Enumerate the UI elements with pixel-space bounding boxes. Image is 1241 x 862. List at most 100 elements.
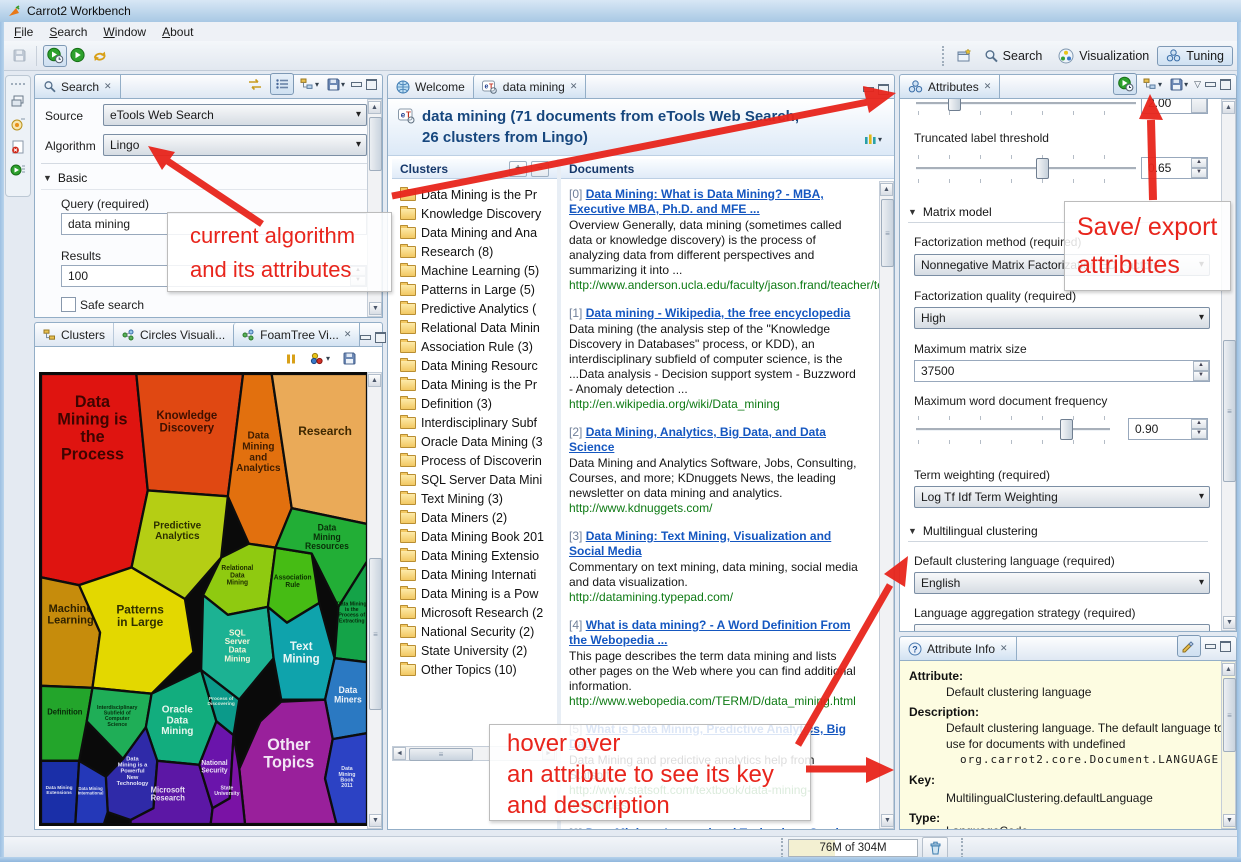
tab-welcome[interactable]: Welcome [388,75,473,98]
scroll-down-icon[interactable]: ▼ [1223,616,1236,629]
term-weighting-select[interactable]: Log Tf Idf Term Weighting [914,486,1210,508]
spin-up-icon[interactable]: ▲ [1191,158,1207,168]
maximize-editor-icon[interactable] [878,84,889,95]
cluster-tree-item[interactable]: State University (2) [392,641,557,660]
documents-scrollbar[interactable]: ▲ ≡ ▼ [879,181,894,829]
perspective-tuning[interactable]: Tuning [1157,46,1233,66]
menu-window[interactable]: Window [95,24,154,40]
flat-list-view-button[interactable] [270,73,294,95]
slider-thumb[interactable] [1036,158,1049,179]
restore-views-icon[interactable] [10,95,26,108]
layout-options-button[interactable]: ▾ [862,129,884,149]
cluster-tree-item[interactable]: Data Mining Extensio [392,546,557,565]
scroll-up-icon[interactable]: ▲ [368,101,381,114]
scroll-up-icon[interactable]: ▲ [1222,663,1235,676]
collapse-all-button[interactable]: − [531,161,549,177]
live-update-button[interactable] [1113,73,1137,95]
close-icon[interactable]: ✕ [1000,643,1008,654]
export-image-button[interactable] [338,349,360,369]
top-value-input[interactable]: 2.00▼ [1141,99,1208,114]
run-garbage-collector-button[interactable] [922,837,948,859]
scrollbar-thumb[interactable]: ≡ [369,558,382,710]
foamtree-scrollbar[interactable]: ▲ ≡ ▼ [367,372,382,829]
minimize-view-icon[interactable] [1205,82,1216,87]
open-perspective-button[interactable] [954,46,976,66]
foamtree-canvas[interactable]: DataMining istheProcessKnowledgeDiscover… [39,372,369,826]
process-and-cluster-button[interactable] [43,45,67,67]
scroll-down-icon[interactable]: ▼ [1223,814,1236,827]
cluster-tree-item[interactable]: Definition (3) [392,394,557,413]
minimize-view-icon[interactable] [360,335,371,340]
spinner[interactable]: ▲▼ [1191,419,1207,439]
tree-view-button[interactable]: ▾ [298,74,321,94]
cluster-tree-item[interactable]: Patterns in Large (5) [392,280,557,299]
document-title-link[interactable]: Data Mining, Analytics, Big Data, and Da… [569,425,826,454]
tab-search[interactable]: Search ✕ [35,75,121,98]
filter-attributes-button[interactable]: ▾ [1141,74,1164,94]
cluster-tree-item[interactable]: Predictive Analytics ( [392,299,557,318]
scrollbar-thumb[interactable] [369,117,382,171]
minimize-editor-icon[interactable] [863,87,874,92]
spin-down-icon[interactable]: ▼ [1191,429,1207,439]
cluster-tree-item[interactable]: Oracle Data Mining (3 [392,432,557,451]
tab-circles-visualization[interactable]: Circles Visuali... [113,323,233,346]
source-select[interactable]: eTools Web Search [103,104,367,126]
cluster-tree-item[interactable]: Other Topics (10) [392,660,557,679]
close-icon[interactable]: ✕ [344,329,352,340]
cluster-tree-item[interactable]: Process of Discoverin [392,451,557,470]
attribute-info-scrollbar[interactable]: ▲ ≡ ▼ [1221,661,1236,829]
cluster-tree-item[interactable]: Association Rule (3) [392,337,557,356]
spinner[interactable]: ▲▼ [1191,158,1207,178]
close-icon[interactable]: ✕ [984,81,992,92]
document-title-link[interactable]: Data Mining - Instructional Technology S… [586,826,859,829]
perspective-visualization[interactable]: Visualization [1050,46,1157,66]
maximize-view-icon[interactable] [1220,79,1231,90]
basic-section-header[interactable]: ▼Basic [43,171,371,188]
save-button[interactable] [8,46,30,66]
slider-thumb[interactable] [948,99,961,111]
factorization-quality-select[interactable]: High [914,307,1210,329]
pause-animation-button[interactable] [280,349,302,369]
tab-clusters[interactable]: Clusters [35,323,113,346]
cluster-tree-item[interactable]: Data Miners (2) [392,508,557,527]
perspective-search[interactable]: Search [976,47,1051,65]
max-word-frequency-input[interactable]: 0.90▲▼ [1128,418,1208,440]
cluster-tree-item[interactable]: Text Mining (3) [392,489,557,508]
menu-about[interactable]: About [154,24,201,40]
cluster-tree-item[interactable]: Data Mining and Ana [392,223,557,242]
slider-track[interactable] [916,167,1136,170]
benchmark-view-icon[interactable] [10,117,26,131]
scroll-up-icon[interactable]: ▲ [368,374,381,387]
cluster-tree-item[interactable]: Data Mining Internati [392,565,557,584]
scroll-down-icon[interactable]: ▼ [881,814,894,827]
maximize-view-icon[interactable] [1220,641,1231,652]
foamtree-cell[interactable] [136,374,243,496]
truncated-threshold-input[interactable]: 0.65▲▼ [1141,157,1208,179]
slider-track[interactable] [916,428,1110,431]
menu-search[interactable]: Search [41,24,95,40]
scrollbar-thumb[interactable]: ≡ [881,199,894,267]
tab-attribute-info[interactable]: ? Attribute Info ✕ [900,637,1017,660]
title-bar[interactable]: Carrot2 Workbench [0,0,1241,23]
scrollbar-thumb[interactable]: ≡ [1223,678,1236,752]
refresh-button[interactable] [89,46,111,66]
multilingual-section[interactable]: ▼Multilingual clustering [908,524,1208,542]
scroll-up-icon[interactable]: ▲ [880,183,893,196]
document-title-link[interactable]: Data Mining: What is Data Mining? - MBA,… [569,187,824,216]
cluster-tree-item[interactable]: Machine Learning (5) [392,261,557,280]
expand-all-button[interactable]: + [509,161,527,177]
tab-foamtree-visualization[interactable]: FoamTree Vi... ✕ [233,323,360,346]
cluster-tree-item[interactable]: Research (8) [392,242,557,261]
view-menu-icon[interactable]: ▽ [1194,79,1201,90]
cluster-tree-item[interactable]: Data Mining is a Pow [392,584,557,603]
spinner[interactable]: ▼ [1191,99,1207,113]
close-icon[interactable]: ✕ [570,81,578,92]
cluster-tree-item[interactable]: Knowledge Discovery [392,204,557,223]
scroll-down-icon[interactable]: ▼ [369,814,382,827]
scrollbar-thumb[interactable]: ≡ [1223,340,1236,482]
cluster-tree-item[interactable]: Relational Data Minin [392,318,557,337]
safe-search-checkbox[interactable] [61,297,76,312]
minimize-view-icon[interactable] [1205,644,1216,649]
scrollbar-thumb[interactable]: ≡ [409,748,473,761]
max-matrix-size-input[interactable]: 37500▲▼ [914,360,1210,382]
